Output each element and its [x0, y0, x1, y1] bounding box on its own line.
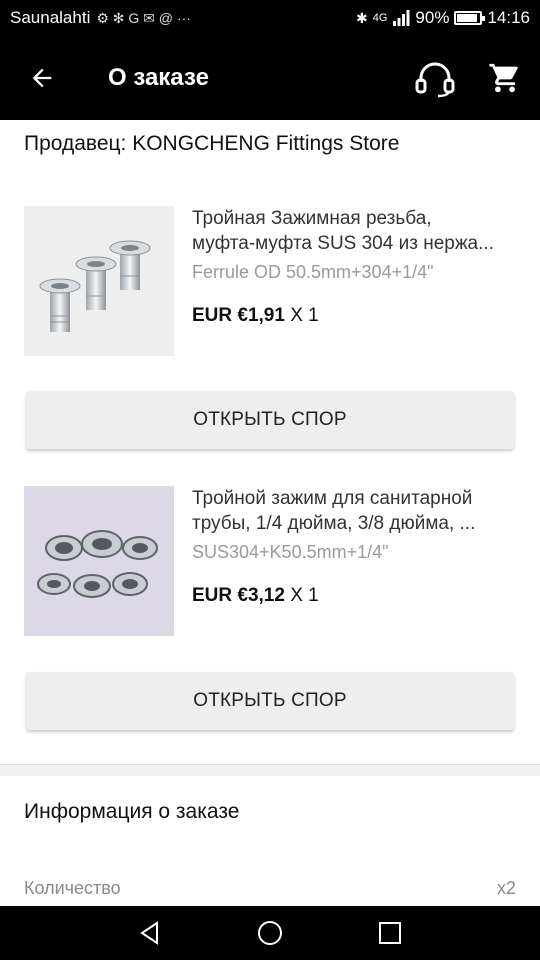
- headset-icon: [415, 62, 455, 98]
- arrow-left-icon: [32, 68, 52, 88]
- triangle-back-icon: [140, 921, 158, 945]
- product-title-line: муфта-муфта SUS 304 из нержа...: [192, 233, 494, 254]
- product-title: Тройная Зажимная резьба, муфта-муфта SUS…: [192, 206, 517, 256]
- signal-icon: [393, 10, 410, 26]
- page-title: О заказе: [108, 64, 209, 91]
- product-price-row: EUR €3,12 X 1: [192, 585, 517, 607]
- product-image: [24, 206, 174, 356]
- battery-fill: [457, 14, 478, 22]
- bluetooth-icon: ✱: [356, 9, 368, 26]
- seller-name[interactable]: Продавец: KONGCHENG Fittings Store: [0, 120, 540, 182]
- nav-back-button[interactable]: [120, 906, 180, 960]
- battery-icon: [454, 11, 486, 25]
- cart-button[interactable]: [470, 36, 540, 120]
- product-item[interactable]: Тройная Зажимная резьба, муфта-муфта SUS…: [24, 206, 524, 356]
- status-right: ✱ 4G 90% 14:16: [356, 8, 530, 28]
- product-variant: SUS304+K50.5mm+1/4": [192, 542, 389, 562]
- quantity-label: Количество: [24, 878, 121, 898]
- back-button[interactable]: [0, 36, 84, 120]
- quantity-value: x2: [496, 878, 516, 898]
- product-quantity: X 1: [290, 305, 319, 326]
- square-recents-icon: [379, 922, 401, 944]
- open-dispute-button[interactable]: ОТКРЫТЬ СПОР: [26, 391, 514, 449]
- product-title-line: трубы, 1/4 дюйма, 3/8 дюйма, ...: [192, 513, 476, 534]
- nav-recents-button[interactable]: [360, 906, 420, 960]
- order-content: Продавец: KONGCHENG Fittings Store Тройн…: [0, 120, 540, 906]
- app-actions: [400, 36, 540, 120]
- order-details-screen: Saunalahti ⚙ ✻ G ✉ @ ··· ✱ 4G 90% 14:16: [0, 0, 540, 960]
- product-price-row: EUR €1,91 X 1: [192, 305, 517, 327]
- product-variant: Ferrule OD 50.5mm+304+1/4": [192, 262, 434, 282]
- product-price: EUR €3,12: [192, 585, 285, 606]
- status-bar: Saunalahti ⚙ ✻ G ✉ @ ··· ✱ 4G 90% 14:16: [0, 0, 540, 36]
- product-info: Тройной зажим для санитарной трубы, 1/4 …: [192, 486, 517, 636]
- notification-icons: ⚙ ✻ G ✉ @ ···: [96, 9, 191, 26]
- status-left: Saunalahti ⚙ ✻ G ✉ @ ···: [10, 8, 191, 28]
- app-bar: О заказе: [0, 36, 540, 120]
- network-type: 4G: [372, 12, 388, 24]
- product-quantity: X 1: [290, 585, 319, 606]
- product-price: EUR €1,91: [192, 305, 285, 326]
- product-title-line: Тройной зажим для санитарной: [192, 488, 473, 509]
- system-nav-bar: [0, 906, 540, 960]
- open-dispute-button[interactable]: ОТКРЫТЬ СПОР: [26, 672, 514, 730]
- quantity-row: Количество x2: [24, 878, 516, 899]
- product-image: [24, 486, 174, 636]
- product-info: Тройная Зажимная резьба, муфта-муфта SUS…: [192, 206, 517, 356]
- order-info-title: Информация о заказе: [24, 800, 240, 823]
- product-title-line: Тройная Зажимная резьба,: [192, 208, 432, 229]
- section-divider: [0, 764, 540, 776]
- product-item[interactable]: Тройной зажим для санитарной трубы, 1/4 …: [24, 486, 524, 636]
- carrier-label: Saunalahti: [10, 8, 91, 27]
- clock: 14:16: [487, 8, 530, 27]
- circle-home-icon: [258, 921, 282, 945]
- product-image-drawing: [37, 530, 158, 598]
- support-button[interactable]: [400, 36, 470, 120]
- product-title: Тройной зажим для санитарной трубы, 1/4 …: [192, 486, 517, 536]
- battery-percent: 90%: [415, 8, 450, 27]
- nav-home-button[interactable]: [240, 906, 300, 960]
- product-image-drawing: [39, 240, 151, 332]
- cart-icon: [489, 63, 518, 93]
